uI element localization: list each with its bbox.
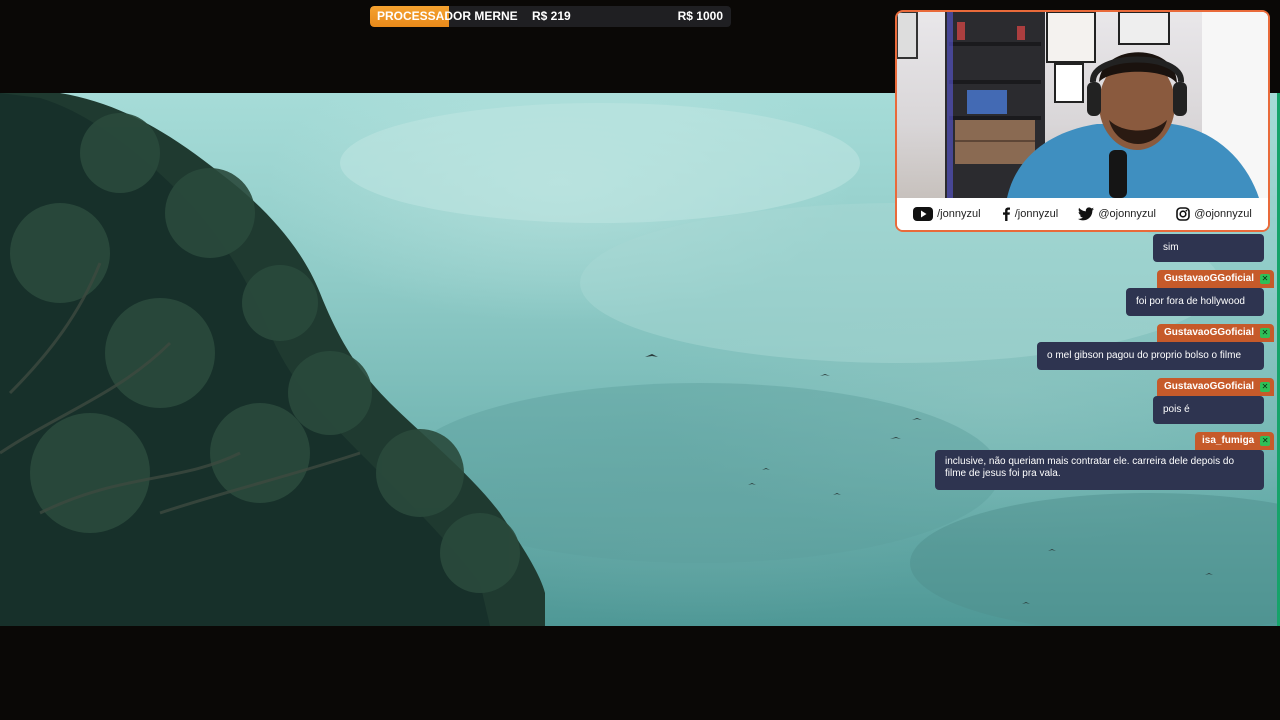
goal-title: PROCESSADOR MERNE bbox=[377, 9, 518, 23]
chat-message-text: pois é bbox=[1163, 404, 1190, 415]
social-facebook[interactable]: /jonnyzul bbox=[1001, 207, 1058, 221]
social-links-bar: /jonnyzul /jonnyzul @ojonnyzul @ojonnyzu… bbox=[897, 198, 1268, 230]
chat-message: pois é bbox=[1153, 396, 1264, 424]
social-youtube[interactable]: /jonnyzul bbox=[913, 207, 981, 221]
chat-username-text: GustavaoGGoficial bbox=[1164, 327, 1255, 338]
facebook-icon bbox=[1002, 207, 1010, 221]
facebook-handle: /jonnyzul bbox=[1014, 208, 1059, 220]
chat-message-text: sim bbox=[1163, 242, 1179, 253]
chat-message: foi por fora de hollywood bbox=[1126, 288, 1264, 316]
social-twitter[interactable]: @ojonnyzul bbox=[1078, 207, 1156, 221]
chat-username[interactable]: GustavaoGGoficial ✕ bbox=[1157, 324, 1275, 342]
goal-current-amount: R$ 219 bbox=[532, 9, 571, 23]
chat-username[interactable]: GustavaoGGoficial ✕ bbox=[1157, 270, 1275, 288]
chat-message: o mel gibson pagou do proprio bolso o fi… bbox=[1037, 342, 1264, 370]
chat-message: sim bbox=[1153, 234, 1264, 262]
chat-message-text: inclusive, não queriam mais contratar el… bbox=[945, 456, 1235, 479]
webcam-feed bbox=[897, 12, 1268, 198]
chat-message: inclusive, não queriam mais contratar el… bbox=[935, 450, 1264, 490]
x-badge-icon: ✕ bbox=[1260, 436, 1271, 446]
donation-goal-bar: PROCESSADOR MERNE R$ 219 R$ 1000 bbox=[370, 6, 731, 27]
twitter-handle: @ojonnyzul bbox=[1098, 208, 1156, 220]
twitter-icon bbox=[1078, 207, 1095, 221]
chat-username-text: isa_fumiga bbox=[1202, 435, 1255, 446]
chat-username[interactable]: isa_fumiga ✕ bbox=[1195, 432, 1275, 450]
youtube-icon bbox=[913, 207, 934, 221]
chat-username-text: GustavaoGGoficial bbox=[1164, 381, 1255, 392]
chat-message-text: foi por fora de hollywood bbox=[1136, 296, 1245, 307]
x-badge-icon: ✕ bbox=[1260, 382, 1271, 392]
social-instagram[interactable]: @ojonnyzul bbox=[1176, 207, 1252, 221]
goal-target-amount: R$ 1000 bbox=[677, 9, 723, 23]
chat-message-text: o mel gibson pagou do proprio bolso o fi… bbox=[1047, 350, 1242, 361]
instagram-icon bbox=[1176, 207, 1191, 221]
webcam-overlay: /jonnyzul /jonnyzul @ojonnyzul @ojonnyzu… bbox=[895, 10, 1270, 232]
instagram-handle: @ojonnyzul bbox=[1194, 208, 1252, 220]
x-badge-icon: ✕ bbox=[1260, 274, 1271, 284]
chat-username[interactable]: GustavaoGGoficial ✕ bbox=[1157, 378, 1275, 396]
x-badge-icon: ✕ bbox=[1260, 328, 1271, 338]
chat-username-text: GustavaoGGoficial bbox=[1164, 273, 1255, 284]
youtube-handle: /jonnyzul bbox=[937, 208, 981, 220]
